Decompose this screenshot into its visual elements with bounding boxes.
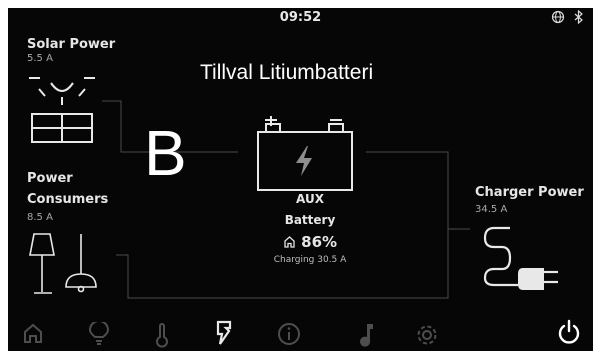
thermometer-icon[interactable]	[152, 322, 172, 348]
charger-title: Charger Power	[475, 185, 584, 200]
consumers-title-line1: Power	[27, 171, 73, 186]
screen: 09:52 Solar Power 5.5 A Tillval Litiumba…	[8, 8, 593, 351]
home-icon	[284, 236, 295, 248]
consumers-value: 8.5 A	[27, 212, 53, 223]
music-icon[interactable]	[358, 322, 376, 348]
power-button-icon[interactable]	[557, 319, 581, 345]
sun-panel-icon	[29, 77, 95, 143]
bulb-icon[interactable]	[88, 322, 110, 346]
battery-level-row: 86%	[200, 233, 420, 251]
settings-icon[interactable]	[414, 322, 440, 348]
solar-title: Solar Power	[27, 37, 116, 52]
overlay-title: Tillval Litiumbatteri	[200, 61, 374, 84]
battery-name-line2: Battery	[284, 213, 336, 227]
consumers-title-line2: Consumers	[27, 192, 109, 207]
battery-level: 86%	[301, 233, 338, 251]
battery-bolt-icon	[257, 116, 353, 191]
battery-name-line1: AUX	[296, 192, 324, 206]
power-icon[interactable]	[212, 320, 236, 346]
charger-value: 34.5 A	[475, 204, 508, 215]
plug-icon	[483, 226, 558, 290]
info-icon[interactable]	[277, 322, 301, 346]
nav-bar	[8, 316, 593, 351]
home-icon[interactable]	[22, 322, 44, 344]
lamp-icon	[29, 233, 97, 294]
overlay-letter: B	[144, 117, 187, 189]
solar-value: 5.5 A	[27, 53, 53, 64]
battery-status: Charging 30.5 A	[273, 255, 347, 265]
